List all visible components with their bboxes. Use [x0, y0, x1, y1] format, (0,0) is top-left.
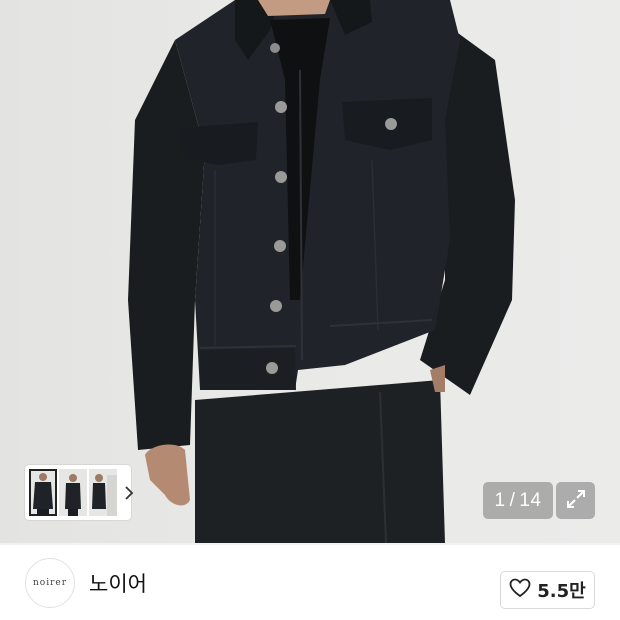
product-photo	[128, 0, 515, 543]
heart-icon	[509, 578, 531, 602]
expand-button[interactable]	[556, 482, 595, 519]
product-image-gallery[interactable]: 1 / 14	[0, 0, 620, 543]
brand-name[interactable]: 노이어	[89, 568, 147, 598]
page-separator: /	[509, 489, 516, 511]
current-page: 1	[494, 489, 506, 511]
chevron-right-icon[interactable]	[124, 485, 134, 500]
expand-icon	[565, 488, 587, 514]
like-count: 5.5만	[537, 581, 586, 602]
brand-logo-text: noirer	[32, 577, 68, 588]
brand-row: noirer 노이어 5.5만	[0, 545, 620, 620]
brand-logo[interactable]: noirer	[25, 557, 75, 608]
like-button[interactable]: 5.5만	[500, 571, 595, 609]
thumbnail-1[interactable]	[29, 469, 57, 516]
thumbnail-2[interactable]	[59, 469, 87, 516]
thumbnail-3[interactable]	[89, 469, 117, 516]
image-page-counter: 1 / 14	[483, 482, 553, 519]
total-pages: 14	[519, 489, 542, 511]
thumbnail-strip[interactable]	[25, 465, 134, 520]
